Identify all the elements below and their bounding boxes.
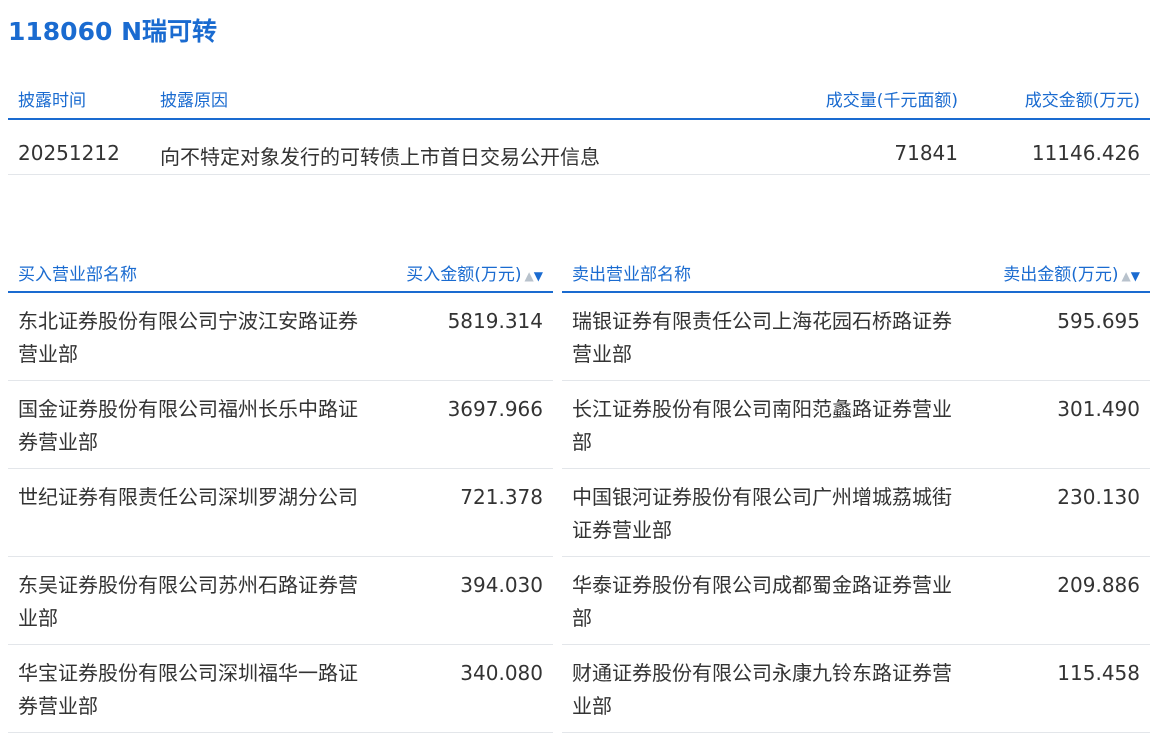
sell-broker-name: 中国银河证券股份有限公司广州增城荔城街证券营业部	[572, 485, 952, 542]
table-row: 华泰证券股份有限公司成都蜀金路证券营业部 209.886	[562, 557, 1150, 645]
buy-amount: 394.030	[460, 573, 543, 597]
table-row: 东北证券股份有限公司宁波江安路证券营业部 5819.314	[8, 293, 553, 381]
table-row: 中国银河证券股份有限公司广州增城荔城街证券营业部 230.130	[562, 469, 1150, 557]
sell-amount: 209.886	[1057, 573, 1140, 597]
table-row: 瑞银证券有限责任公司上海花园石桥路证券营业部 595.695	[562, 293, 1150, 381]
disclosure-date: 20251212	[18, 141, 120, 165]
page-title: 118060 N瑞可转	[8, 17, 217, 46]
buy-broker-name: 华宝证券股份有限公司深圳福华一路证券营业部	[18, 661, 358, 718]
disclosure-amount: 11146.426	[1031, 141, 1140, 165]
buy-table: 买入营业部名称 买入金额(万元) ▲▼ 东北证券股份有限公司宁波江安路证券营业部 …	[8, 251, 553, 733]
sort-asc-icon: ▲	[1121, 269, 1131, 283]
sort-toggle-icon[interactable]: ▲▼	[1122, 269, 1140, 283]
sort-desc-icon: ▼	[533, 269, 543, 283]
sell-broker-name: 财通证券股份有限公司永康九铃东路证券营业部	[572, 661, 952, 718]
table-row: 长江证券股份有限公司南阳范蠡路证券营业部 301.490	[562, 381, 1150, 469]
buy-amount-sort-header[interactable]: 买入金额(万元) ▲▼	[406, 260, 543, 285]
buy-broker-name: 东北证券股份有限公司宁波江安路证券营业部	[18, 309, 358, 366]
buy-amount: 340.080	[460, 661, 543, 685]
disclosure-volume: 71841	[894, 141, 958, 165]
buy-amount-header-label: 买入金额(万元)	[406, 265, 522, 285]
buy-amount: 721.378	[460, 485, 543, 509]
table-row: 国金证券股份有限公司福州长乐中路证券营业部 3697.966	[8, 381, 553, 469]
sell-amount: 595.695	[1057, 309, 1140, 333]
header-volume: 成交量(千元面额)	[825, 91, 958, 111]
sell-table: 卖出营业部名称 卖出金额(万元) ▲▼ 瑞银证券有限责任公司上海花园石桥路证券营业…	[562, 251, 1150, 733]
buy-name-header: 买入营业部名称	[18, 265, 137, 285]
buy-broker-name: 东吴证券股份有限公司苏州石路证券营业部	[18, 573, 358, 630]
disclosure-header: 披露时间 披露原因 成交量(千元面额) 成交金额(万元)	[8, 76, 1150, 120]
header-reason: 披露原因	[160, 91, 228, 111]
sell-amount: 230.130	[1057, 485, 1140, 509]
sell-amount-sort-header[interactable]: 卖出金额(万元) ▲▼	[1003, 260, 1140, 285]
header-amount: 成交金额(万元)	[1024, 91, 1140, 111]
disclosure-row: 20251212 向不特定对象发行的可转债上市首日交易公开信息 71841 11…	[8, 120, 1150, 175]
sort-desc-icon: ▼	[1130, 269, 1140, 283]
buy-header: 买入营业部名称 买入金额(万元) ▲▼	[8, 251, 553, 293]
sell-broker-name: 瑞银证券有限责任公司上海花园石桥路证券营业部	[572, 309, 952, 366]
sell-amount-header-label: 卖出金额(万元)	[1003, 265, 1119, 285]
sell-header: 卖出营业部名称 卖出金额(万元) ▲▼	[562, 251, 1150, 293]
sell-amount: 301.490	[1057, 397, 1140, 421]
disclosure-table: 披露时间 披露原因 成交量(千元面额) 成交金额(万元) 20251212 向不…	[8, 76, 1150, 175]
buy-broker-name: 国金证券股份有限公司福州长乐中路证券营业部	[18, 397, 358, 454]
header-date: 披露时间	[18, 91, 86, 111]
sort-toggle-icon[interactable]: ▲▼	[525, 269, 543, 283]
sell-broker-name: 华泰证券股份有限公司成都蜀金路证券营业部	[572, 573, 952, 630]
table-row: 华宝证券股份有限公司深圳福华一路证券营业部 340.080	[8, 645, 553, 733]
table-row: 财通证券股份有限公司永康九铃东路证券营业部 115.458	[562, 645, 1150, 733]
sell-broker-name: 长江证券股份有限公司南阳范蠡路证券营业部	[572, 397, 952, 454]
disclosure-reason: 向不特定对象发行的可转债上市首日交易公开信息	[160, 145, 600, 169]
sell-name-header: 卖出营业部名称	[572, 265, 691, 285]
buy-amount: 3697.966	[447, 397, 543, 421]
buy-amount: 5819.314	[447, 309, 543, 333]
sell-amount: 115.458	[1057, 661, 1140, 685]
table-row: 东吴证券股份有限公司苏州石路证券营业部 394.030	[8, 557, 553, 645]
table-row: 世纪证券有限责任公司深圳罗湖分公司 721.378	[8, 469, 553, 557]
sort-asc-icon: ▲	[524, 269, 534, 283]
buy-broker-name: 世纪证券有限责任公司深圳罗湖分公司	[18, 485, 358, 509]
